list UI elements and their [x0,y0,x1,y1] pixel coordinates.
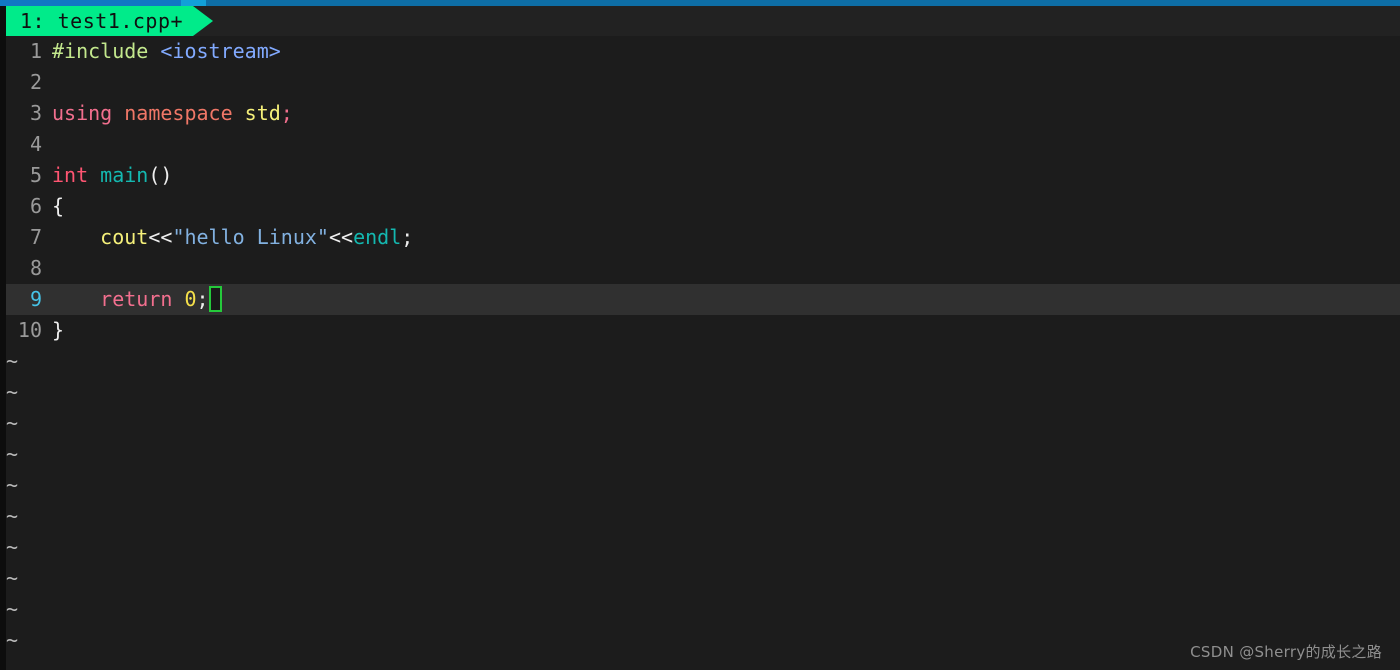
code-line-9[interactable]: 9 return 0; [0,284,1400,315]
line-number: 10 [17,318,42,342]
code-token: "hello Linux" [172,225,329,249]
code-token: ; [280,101,293,125]
code-line-5[interactable]: 5 int main() [0,160,1400,191]
code-token: int [52,163,101,187]
line-number: 3 [29,101,42,125]
code-token: main [100,163,149,187]
code-token: ; [196,287,209,311]
code-token: 0 [184,287,197,311]
tabline: 1: test1.cpp+ [0,6,1400,36]
code-token: return [100,287,185,311]
tab-test1-cpp[interactable]: 1: test1.cpp+ [6,6,214,36]
watermark: CSDN @Sherry的成长之路 [1190,643,1382,661]
empty-line-marker: ~ [6,597,19,621]
tab-label: 1: test1.cpp+ [20,9,184,33]
code-token: cout [100,225,149,249]
tab-body[interactable]: 1: test1.cpp+ [6,6,194,36]
code-token: <iostream> [160,39,281,63]
line-content: { [52,191,64,222]
line-number: 2 [29,70,42,94]
line-number: 6 [29,194,42,218]
code-token: () [148,163,173,187]
editor-text-area[interactable]: 1 #include <iostream> 2 3 using namespace st… [0,36,1400,670]
code-line-10[interactable]: 10} [0,315,1400,346]
line-number: 5 [29,163,42,187]
empty-line-marker: ~ [6,380,19,404]
code-line-7[interactable]: 7 cout<<"hello Linux"<<endl; [0,222,1400,253]
line-content: cout<<"hello Linux"<<endl; [52,222,413,253]
empty-line-marker: ~ [6,535,19,559]
tab-arrow-icon [193,6,214,36]
code-token: using [52,101,125,125]
code-token: #include [52,39,161,63]
line-number: 9 [29,287,42,311]
empty-line-marker: ~ [6,504,19,528]
code-line-2[interactable]: 2 [0,67,1400,98]
code-line-3[interactable]: 3 using namespace std; [0,98,1400,129]
code-token: ; [401,225,414,249]
line-content: } [52,315,64,346]
code-line-8[interactable]: 8 [0,253,1400,284]
line-number: 8 [29,256,42,280]
code-lines-container: 1 #include <iostream> 2 3 using namespace st… [0,36,1400,346]
empty-line-marker: ~ [6,411,19,435]
code-token: << [328,225,354,249]
line-content: return 0; [52,284,222,315]
line-number: 7 [29,225,42,249]
code-token: << [148,225,173,249]
code-token: endl [353,225,402,249]
code-line-4[interactable]: 4 [0,129,1400,160]
line-content: int main() [52,160,172,191]
empty-lines-container: ~ ~ ~ ~ ~ ~ ~ ~ ~ ~ [0,346,1400,656]
line-content: #include <iostream> [52,36,281,67]
code-token: std [244,101,281,125]
code-token: } [52,318,65,342]
text-cursor [208,286,222,312]
line-number: 4 [29,132,42,156]
left-edge-stripe [0,6,6,670]
vim-editor-window: 1: test1.cpp+ 1 #include <iostream> 2 3 usin… [0,0,1400,670]
code-token: namespace [124,101,245,125]
empty-line-marker: ~ [6,566,19,590]
line-content: using namespace std; [52,98,293,129]
code-line-1[interactable]: 1 #include <iostream> [0,36,1400,67]
empty-line-marker: ~ [6,349,19,373]
line-number: 1 [29,39,42,63]
empty-line-marker: ~ [6,442,19,466]
empty-line-marker: ~ [6,473,19,497]
code-line-6[interactable]: 6{ [0,191,1400,222]
code-token: { [52,194,65,218]
